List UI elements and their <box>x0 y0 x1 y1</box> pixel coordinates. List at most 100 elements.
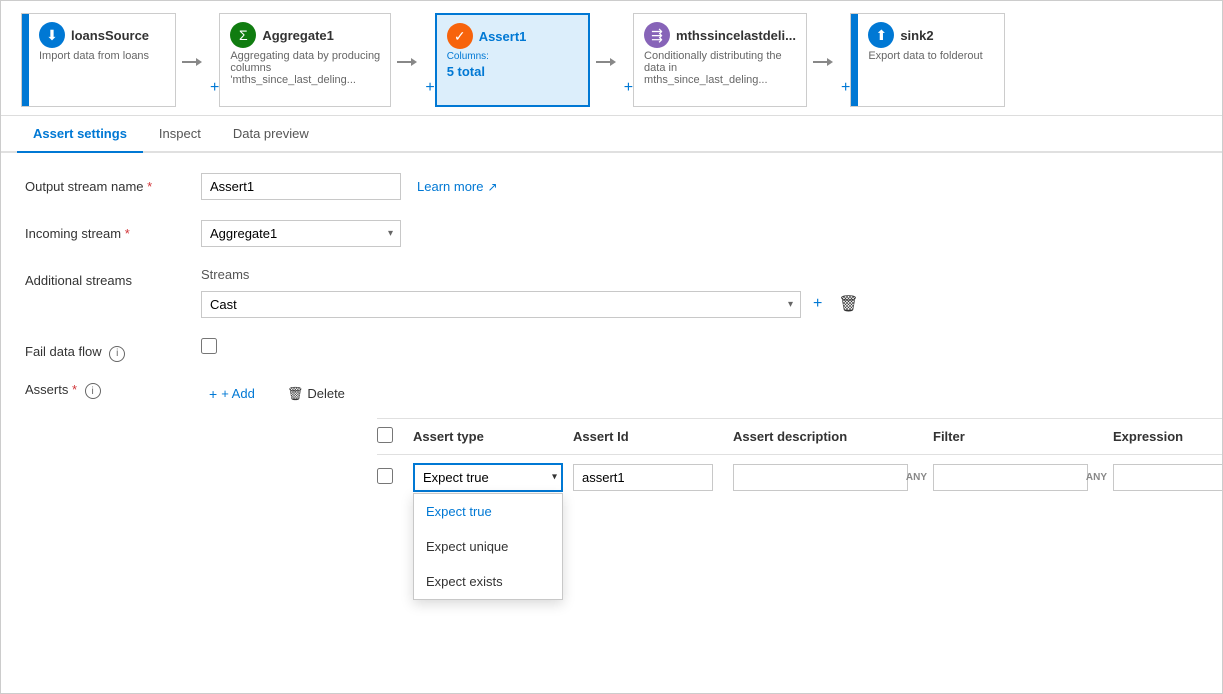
dropdown-option-expect-unique[interactable]: Expect unique <box>414 529 562 564</box>
pipeline-node-loanssource: ⬇ loansSource Import data from loans + <box>21 13 219 107</box>
assert-desc-input[interactable] <box>733 464 908 491</box>
pipe-arrow <box>590 17 622 107</box>
assert-id-cell <box>573 464 733 491</box>
node-icon-row: ⬆ sink2 <box>868 22 982 48</box>
th-checkbox <box>377 427 413 446</box>
add-after-aggregate1-button[interactable]: + <box>425 13 434 107</box>
tabs-bar: Assert settings Inspect Data preview <box>1 116 1222 153</box>
node-icon-row: ✓ Assert1 <box>447 23 527 49</box>
node-left-bar <box>851 14 858 106</box>
node-desc: Aggregating data by producing columns 'm… <box>230 50 380 86</box>
pipe-arrow <box>807 17 839 107</box>
sink-icon: ⬆ <box>868 22 894 48</box>
streams-row: Cast ▾ + 🗑 <box>201 290 1198 318</box>
node-title: Aggregate1 <box>262 28 334 43</box>
add-assert-button[interactable]: + + Add <box>201 382 263 406</box>
required-marker: * <box>147 179 152 194</box>
tab-assert-settings[interactable]: Assert settings <box>17 116 143 153</box>
assert-expression-input[interactable] <box>1113 464 1222 491</box>
assert-type-select[interactable]: Expect true Expect unique Expect exists <box>413 463 563 492</box>
pipe-arrow <box>176 17 208 107</box>
asserts-row: Asserts * i + + Add 🗑 Delete <box>25 382 1198 500</box>
row-checkbox[interactable] <box>377 468 393 484</box>
add-after-mths-button[interactable]: + <box>841 13 850 107</box>
node-desc: Export data to folderout <box>868 50 982 62</box>
dropdown-option-expect-true[interactable]: Expect true <box>414 494 562 529</box>
node-body: Σ Aggregate1 Aggregating data by produci… <box>220 14 390 106</box>
node-body: ✓ Assert1 Columns: 5 total <box>437 15 537 105</box>
assert-filter-field: ANY <box>933 464 1113 491</box>
node-card-sink2[interactable]: ⬆ sink2 Export data to folderout <box>850 13 1005 107</box>
fail-data-flow-checkbox[interactable] <box>201 338 217 354</box>
assert-desc-cell: ANY <box>733 464 933 491</box>
incoming-stream-select[interactable]: Aggregate1 <box>201 220 401 247</box>
node-body: ⇶ mthssincelastdeli... Conditionally dis… <box>634 14 806 106</box>
incoming-stream-dropdown-wrap: Aggregate1 ▾ <box>201 220 401 247</box>
th-type: Assert type <box>413 429 573 444</box>
node-body: ⬇ loansSource Import data from loans <box>29 14 159 106</box>
source-icon: ⬇ <box>39 22 65 48</box>
incoming-stream-label: Incoming stream * <box>25 220 185 241</box>
node-card-aggregate1[interactable]: Σ Aggregate1 Aggregating data by produci… <box>219 13 391 107</box>
info-icon: i <box>109 346 125 362</box>
assert-id-input[interactable] <box>573 464 713 491</box>
node-card-loanssource[interactable]: ⬇ loansSource Import data from loans <box>21 13 176 107</box>
required-marker: * <box>72 382 77 397</box>
aggregate-icon: Σ <box>230 22 256 48</box>
th-id: Assert Id <box>573 429 733 444</box>
table-row: Expect true Expect unique Expect exists … <box>377 455 1222 500</box>
table-header: Assert type Assert Id Assert description… <box>377 419 1222 455</box>
asserts-content: + + Add 🗑 Delete Assert typ <box>201 382 1222 500</box>
th-desc: Assert description <box>733 429 933 444</box>
streams-label: Streams <box>201 267 1198 282</box>
tab-data-preview[interactable]: Data preview <box>217 116 325 153</box>
tab-inspect[interactable]: Inspect <box>143 116 217 153</box>
node-left-bar <box>22 14 29 106</box>
pipeline-node-aggregate1: Σ Aggregate1 Aggregating data by produci… <box>219 13 434 107</box>
pipeline-node-assert1: ✓ Assert1 Columns: 5 total + <box>435 13 633 107</box>
node-title: Assert1 <box>479 29 527 44</box>
node-title: loansSource <box>71 28 149 43</box>
node-desc: Conditionally distributing the data in m… <box>644 50 794 86</box>
pipeline-header: ⬇ loansSource Import data from loans + Σ… <box>1 1 1222 116</box>
any-label: ANY <box>906 472 927 483</box>
fail-data-flow-row: Fail data flow i <box>25 338 1198 362</box>
output-stream-name-row: Output stream name * Learn more ↗ <box>25 173 1198 200</box>
node-title: mthssincelastdeli... <box>676 28 796 43</box>
plus-icon: + <box>209 386 217 402</box>
dropdown-option-expect-exists[interactable]: Expect exists <box>414 564 562 599</box>
any-label: ANY <box>1086 472 1107 483</box>
assert-filter-input[interactable] <box>933 464 1088 491</box>
add-after-loanssource-button[interactable]: + <box>210 13 219 107</box>
node-card-mths[interactable]: ⇶ mthssincelastdeli... Conditionally dis… <box>633 13 807 107</box>
assert-expression-cell: ANY <box>1113 464 1222 491</box>
learn-more-link[interactable]: Learn more ↗ <box>417 173 498 194</box>
node-icon-row: ⇶ mthssincelastdeli... <box>644 22 796 48</box>
assert-filter-cell: ANY <box>933 464 1113 491</box>
streams-dropdown-wrap: Cast ▾ <box>201 291 801 318</box>
additional-streams-row: Additional streams Streams Cast ▾ + 🗑 <box>25 267 1198 318</box>
add-stream-button[interactable]: + <box>809 291 826 317</box>
output-stream-name-input[interactable] <box>201 173 401 200</box>
add-after-assert1-button[interactable]: + <box>624 13 633 107</box>
delete-stream-button[interactable]: 🗑 <box>834 290 862 318</box>
pipe-arrow <box>391 17 423 107</box>
asserts-info-icon: i <box>85 383 101 399</box>
th-filter: Filter <box>933 429 1113 444</box>
pipeline-node-sink2: ⬆ sink2 Export data to folderout <box>850 13 1005 107</box>
incoming-stream-row: Incoming stream * Aggregate1 ▾ <box>25 220 1198 247</box>
asserts-label: Asserts * i <box>25 382 185 400</box>
delete-assert-button[interactable]: 🗑 Delete <box>279 382 353 406</box>
node-card-assert1[interactable]: ✓ Assert1 Columns: 5 total <box>435 13 590 107</box>
assert-desc-field: ANY <box>733 464 933 491</box>
node-body: ⬆ sink2 Export data to folderout <box>858 14 992 106</box>
assert-icon: ✓ <box>447 23 473 49</box>
assert-type-dropdown-popup: Expect true Expect unique Expect exists <box>413 493 563 600</box>
pipeline-node-mths: ⇶ mthssincelastdeli... Conditionally dis… <box>633 13 850 107</box>
node-sublabel: Columns: <box>447 51 527 62</box>
streams-select[interactable]: Cast <box>201 291 801 318</box>
required-marker: * <box>125 226 130 241</box>
select-all-checkbox[interactable] <box>377 427 393 443</box>
fail-data-flow-label: Fail data flow i <box>25 338 185 362</box>
additional-streams-label: Additional streams <box>25 267 185 288</box>
